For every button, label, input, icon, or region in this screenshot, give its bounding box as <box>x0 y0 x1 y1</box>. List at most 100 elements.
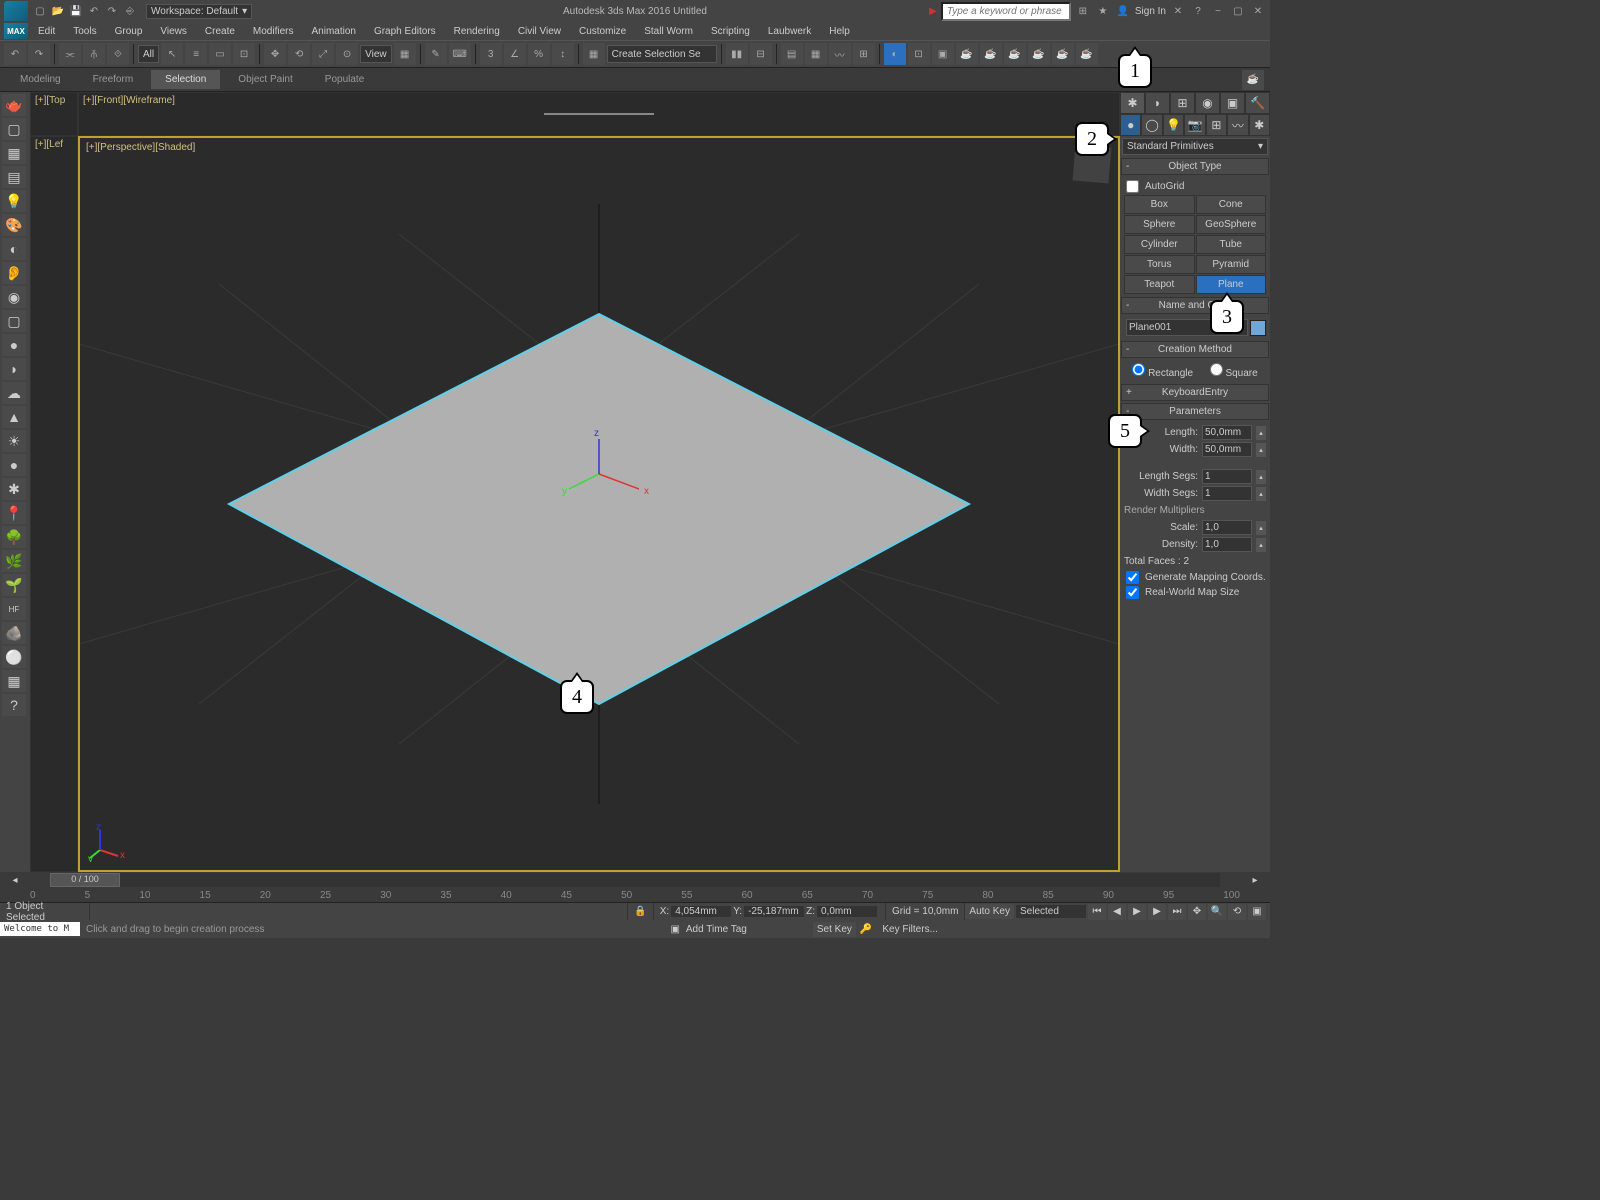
maximize-icon[interactable]: ▢ <box>1230 3 1246 19</box>
btn-box[interactable]: Box <box>1124 195 1195 214</box>
btn-teapot[interactable]: Teapot <box>1124 275 1195 294</box>
btn-torus[interactable]: Torus <box>1124 255 1195 274</box>
exchange-icon[interactable]: ✕ <box>1170 3 1186 19</box>
curve-editor-icon[interactable]: 〰 <box>829 43 851 65</box>
link-tb-icon[interactable]: ⫘ <box>59 43 81 65</box>
cp-tab-display[interactable]: ▣ <box>1220 92 1245 114</box>
coord-z-input[interactable]: 0,0mm <box>817 906 877 917</box>
search-options-icon[interactable]: ⊞ <box>1075 3 1091 19</box>
next-frame-icon[interactable]: ▶ <box>1148 904 1166 920</box>
render-active-icon[interactable]: ☕ <box>1004 43 1026 65</box>
ribbon-tab-object-paint[interactable]: Object Paint <box>224 70 306 89</box>
viewport-top-mini[interactable]: [+][Top <box>30 92 78 136</box>
unlink-tb-icon[interactable]: ⫚ <box>83 43 105 65</box>
menu-tools[interactable]: Tools <box>65 24 104 39</box>
spiral-icon[interactable]: ◉ <box>2 286 26 308</box>
cp-sub-shapes[interactable]: ◯ <box>1141 114 1162 136</box>
scale-icon[interactable]: ⤢ <box>312 43 334 65</box>
spinner-up-icon[interactable]: ▴ <box>1256 426 1266 440</box>
sphere2-icon[interactable]: ⚪ <box>2 646 26 668</box>
render-preset-icon[interactable]: ☕ <box>1028 43 1050 65</box>
favorites-icon[interactable]: ★ <box>1095 3 1111 19</box>
btn-pyramid[interactable]: Pyramid <box>1196 255 1267 274</box>
nav-pan-icon[interactable]: ✥ <box>1188 904 1206 920</box>
rollout-object-type[interactable]: Object Type <box>1121 158 1269 175</box>
window-crossing-icon[interactable]: ⊡ <box>233 43 255 65</box>
box-tool-icon[interactable]: ▢ <box>2 118 26 140</box>
half-sphere-icon[interactable]: ◗ <box>2 358 26 380</box>
cp-tab-hierarchy[interactable]: ⊞ <box>1170 92 1195 114</box>
menu-views[interactable]: Views <box>152 24 195 39</box>
cp-sub-cameras[interactable]: 📷 <box>1184 114 1205 136</box>
spinner-up-icon[interactable]: ▴ <box>1256 443 1266 457</box>
viewport-front-mini[interactable]: [+][Front][Wireframe] <box>78 92 1120 136</box>
help-left-icon[interactable]: ? <box>2 694 26 716</box>
spinner-up-icon[interactable]: ▴ <box>1256 538 1266 552</box>
menu-edit[interactable]: Edit <box>30 24 63 39</box>
cp-sub-helpers[interactable]: ⊞ <box>1206 114 1227 136</box>
nav-orbit-icon[interactable]: ⟲ <box>1228 904 1246 920</box>
sign-in-icon[interactable]: 👤 <box>1115 3 1131 19</box>
search-input[interactable] <box>941 2 1071 21</box>
set-key-button[interactable]: Set Key <box>813 922 856 937</box>
mesh-icon[interactable]: ▦ <box>2 142 26 164</box>
viewport-left-mini[interactable]: [+][Lef <box>30 136 78 872</box>
toggle-ribbon-icon[interactable]: ▦ <box>805 43 827 65</box>
btn-cone[interactable]: Cone <box>1196 195 1267 214</box>
selected-dd[interactable]: Selected <box>1016 905 1086 918</box>
spinner-up-icon[interactable]: ▴ <box>1256 521 1266 535</box>
prev-frame-icon[interactable]: ◀ <box>1108 904 1126 920</box>
menu-modifiers[interactable]: Modifiers <box>245 24 302 39</box>
cp-sub-spacewarps[interactable]: 〰 <box>1227 114 1248 136</box>
align-icon[interactable]: ⊟ <box>750 43 772 65</box>
select-name-icon[interactable]: ≡ <box>185 43 207 65</box>
menu-rendering[interactable]: Rendering <box>446 24 508 39</box>
save-icon[interactable]: 💾 <box>68 3 84 19</box>
real-world-checkbox[interactable] <box>1126 586 1139 599</box>
select-object-icon[interactable]: ↖ <box>161 43 183 65</box>
minimize-icon[interactable]: − <box>1210 3 1226 19</box>
menu-graph-editors[interactable]: Graph Editors <box>366 24 444 39</box>
btn-sphere[interactable]: Sphere <box>1124 215 1195 234</box>
move-icon[interactable]: ✥ <box>264 43 286 65</box>
help-icon[interactable]: ? <box>1190 3 1206 19</box>
link-icon[interactable]: ⎆ <box>122 3 138 19</box>
tree-icon[interactable]: 🌳 <box>2 526 26 548</box>
new-icon[interactable]: ▢ <box>32 3 48 19</box>
width-input[interactable]: 50,0mm <box>1202 442 1252 457</box>
time-ruler[interactable]: 0 5 10 15 20 25 30 35 40 45 50 55 60 65 … <box>0 888 1270 902</box>
btn-tube[interactable]: Tube <box>1196 235 1267 254</box>
snap-toggle-icon[interactable]: 3 <box>480 43 502 65</box>
rotate-icon[interactable]: ⟲ <box>288 43 310 65</box>
render-iterative-icon[interactable]: ☕ <box>980 43 1002 65</box>
lock-icon[interactable]: 🔒 <box>634 906 646 917</box>
sphere-tool-icon[interactable]: ● <box>2 334 26 356</box>
cp-sub-systems[interactable]: ✱ <box>1249 114 1270 136</box>
coord-y-input[interactable]: -25,187mm <box>744 906 804 917</box>
angle-snap-icon[interactable]: ∠ <box>504 43 526 65</box>
select-rect-icon[interactable]: ▭ <box>209 43 231 65</box>
goto-start-icon[interactable]: ⏮ <box>1088 904 1106 920</box>
ear-icon[interactable]: 👂 <box>2 262 26 284</box>
bind-tb-icon[interactable]: ⟐ <box>107 43 129 65</box>
coord-x-input[interactable]: 4,054mm <box>671 906 731 917</box>
menu-animation[interactable]: Animation <box>303 24 363 39</box>
ribbon-tab-selection[interactable]: Selection <box>151 70 220 89</box>
layer-explorer-icon[interactable]: ▤ <box>781 43 803 65</box>
cloud-tool-icon[interactable]: ☁ <box>2 382 26 404</box>
radio-rectangle[interactable]: Rectangle <box>1132 363 1193 379</box>
close-icon[interactable]: ✕ <box>1250 3 1266 19</box>
square-icon[interactable]: ▢ <box>2 310 26 332</box>
planet-icon[interactable]: ● <box>2 454 26 476</box>
btn-cylinder[interactable]: Cylinder <box>1124 235 1195 254</box>
ref-coord-system[interactable]: View <box>360 45 392 63</box>
scale-input[interactable]: 1,0 <box>1202 520 1252 535</box>
sun-icon[interactable]: ☀ <box>2 430 26 452</box>
auto-key-button[interactable]: Auto Key <box>965 904 1014 919</box>
autogrid-checkbox[interactable] <box>1126 180 1139 193</box>
max-menu-icon[interactable]: MAX <box>4 23 28 39</box>
pin-icon[interactable]: 📍 <box>2 502 26 524</box>
selection-filter[interactable]: All <box>138 45 159 63</box>
redo-icon[interactable]: ↷ <box>104 3 120 19</box>
undo-icon[interactable]: ↶ <box>86 3 102 19</box>
